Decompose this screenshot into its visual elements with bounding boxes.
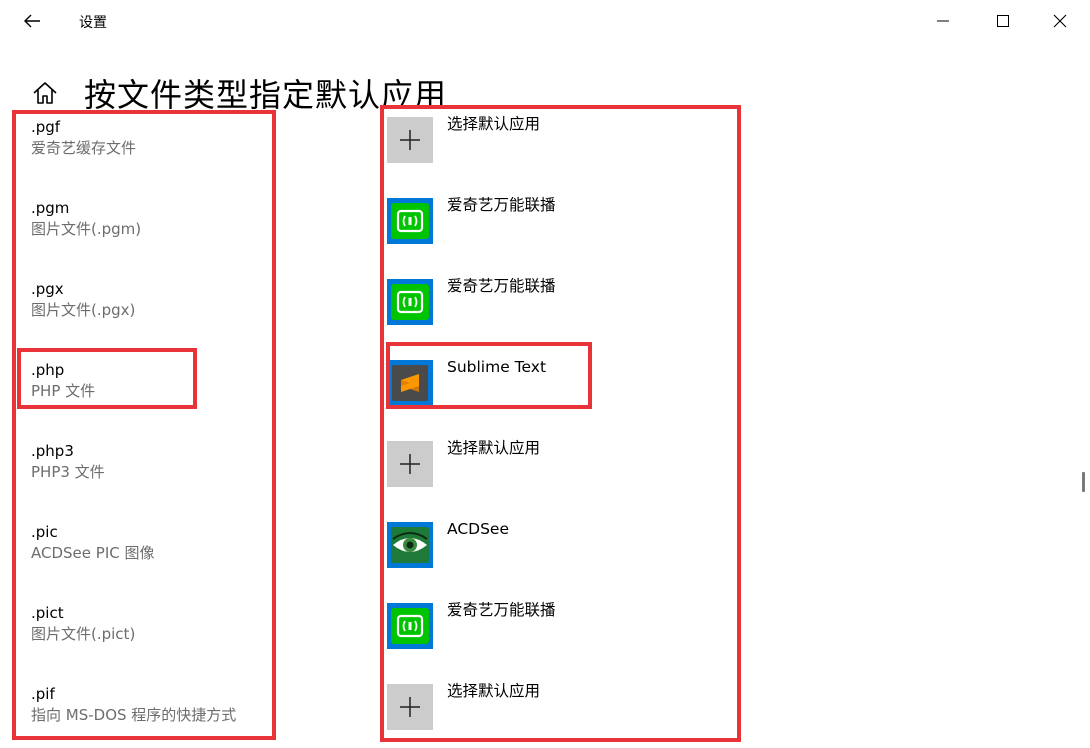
file-type-item[interactable]: .pict 图片文件(.pict) [31,603,271,645]
maximize-button[interactable] [980,6,1026,36]
window-title: 设置 [79,15,107,31]
minimize-button[interactable] [920,6,966,36]
app-name: ACDSee [447,520,509,538]
file-type-item[interactable]: .pic ACDSee PIC 图像 [31,522,271,564]
scrollbar-thumb[interactable] [1082,472,1085,492]
file-description: 爱奇艺缓存文件 [31,139,137,157]
iqiyi-cast-icon [387,603,433,649]
file-type-item[interactable]: .pgm 图片文件(.pgm) [31,198,271,240]
file-extension: .pgx [31,280,64,298]
default-app-button[interactable]: 爱奇艺万能联播 [387,196,556,246]
file-extension: .php [31,361,65,379]
file-description: PHP3 文件 [31,463,105,481]
close-icon [1053,14,1067,28]
default-app-button[interactable]: ACDSee [387,520,509,570]
page-title: 按文件类型指定默认应用 [84,76,448,114]
close-button[interactable] [1037,6,1083,36]
choose-default-app-button[interactable]: 选择默认应用 [387,682,541,732]
home-icon [33,82,57,104]
app-name: 爱奇艺万能联播 [447,196,556,214]
default-app-button[interactable]: 爱奇艺万能联播 [387,277,556,327]
sublime-text-icon [387,360,433,406]
plus-icon [387,684,433,730]
file-extension: .php3 [31,442,74,460]
maximize-icon [997,15,1009,27]
plus-icon [387,117,433,163]
acdsee-eye-icon [387,522,433,568]
file-description: ACDSee PIC 图像 [31,544,155,562]
iqiyi-cast-icon [387,198,433,244]
plus-icon [387,441,433,487]
file-type-item[interactable]: .php3 PHP3 文件 [31,441,271,483]
file-type-item[interactable]: .pif 指向 MS-DOS 程序的快捷方式 [31,684,271,726]
file-description: PHP 文件 [31,382,96,400]
default-app-button[interactable]: Sublime Text [387,358,547,408]
app-name: 爱奇艺万能联播 [447,277,556,295]
file-type-item[interactable]: .pgf 爱奇艺缓存文件 [31,117,271,159]
file-extension: .pict [31,604,64,622]
choose-default-app-button[interactable]: 选择默认应用 [387,439,541,489]
default-app-button[interactable]: 爱奇艺万能联播 [387,601,556,651]
app-name: 选择默认应用 [447,682,541,700]
file-type-item[interactable]: .pgx 图片文件(.pgx) [31,279,271,321]
file-extension: .pgm [31,199,70,217]
back-button[interactable] [18,8,46,34]
choose-default-app-button[interactable]: 选择默认应用 [387,115,541,165]
file-extension: .pic [31,523,58,541]
back-arrow-icon [24,14,40,28]
app-name: 选择默认应用 [447,115,541,133]
file-description: 指向 MS-DOS 程序的快捷方式 [31,706,237,724]
app-name: 爱奇艺万能联播 [447,601,556,619]
file-description: 图片文件(.pgx) [31,301,136,319]
file-extension: .pgf [31,118,61,136]
home-button[interactable] [30,78,60,108]
title-bar: 设置 [0,0,1090,42]
file-type-item[interactable]: .php PHP 文件 [31,360,271,402]
file-description: 图片文件(.pict) [31,625,136,643]
app-name: Sublime Text [447,358,547,376]
app-name: 选择默认应用 [447,439,541,457]
file-extension: .pif [31,685,55,703]
minimize-icon [937,20,949,22]
file-description: 图片文件(.pgm) [31,220,142,238]
iqiyi-cast-icon [387,279,433,325]
